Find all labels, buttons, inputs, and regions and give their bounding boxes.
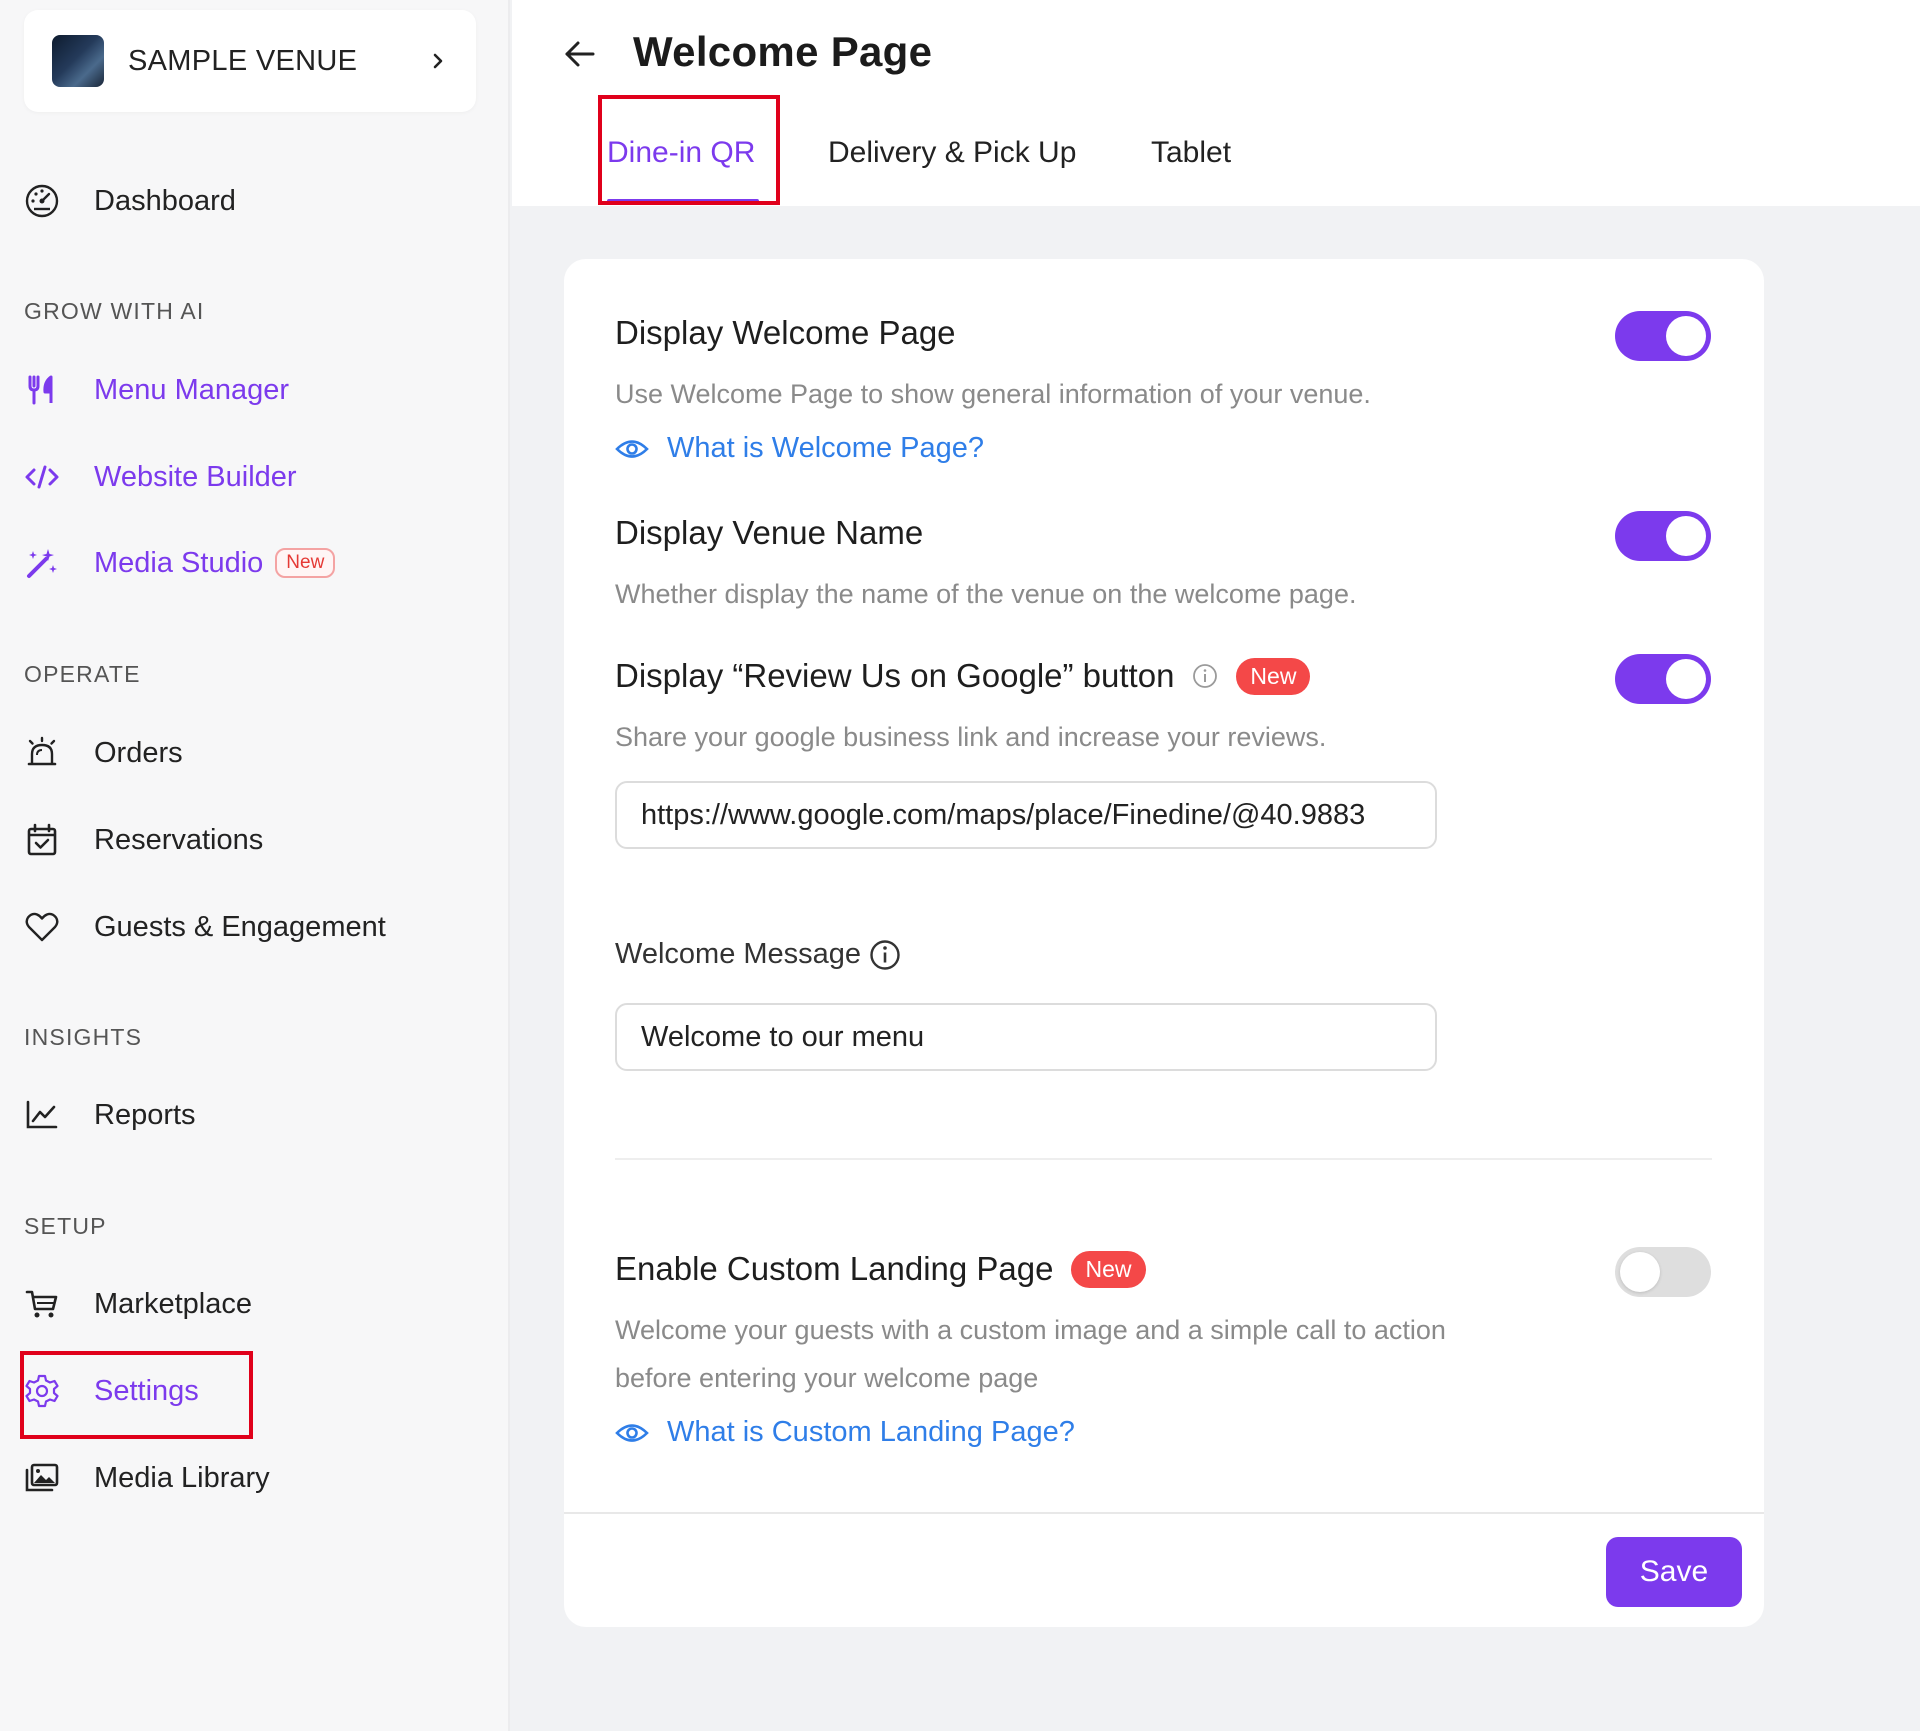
- sidebar-item-menu-manager[interactable]: Menu Manager: [24, 360, 289, 420]
- custom-landing-toggle[interactable]: [1615, 1247, 1711, 1297]
- sidebar-item-media-library[interactable]: Media Library: [24, 1448, 270, 1508]
- images-icon: [24, 1460, 60, 1496]
- sidebar-item-label: Menu Manager: [94, 373, 290, 406]
- code-icon: [24, 459, 60, 495]
- sidebar-item-label: Media Studio: [94, 546, 264, 579]
- sidebar-item-marketplace[interactable]: Marketplace: [24, 1274, 252, 1334]
- custom-landing-description-line2: before entering your welcome page: [615, 1363, 1039, 1393]
- venue-selector[interactable]: SAMPLE VENUE: [24, 10, 476, 112]
- toggle-knob: [1666, 516, 1706, 556]
- welcome-page-toggle[interactable]: [1615, 311, 1711, 361]
- card-footer-divider: [564, 1512, 1764, 1514]
- fork-knife-icon: [24, 372, 60, 408]
- custom-landing-description-line1: Welcome your guests with a custom image …: [615, 1315, 1446, 1345]
- magic-wand-icon: [24, 545, 60, 581]
- section-label-setup: SETUP: [24, 1213, 107, 1239]
- new-badge: New: [1236, 657, 1311, 695]
- what-is-welcome-page-link[interactable]: What is Welcome Page?: [615, 432, 984, 465]
- link-label: What is Custom Landing Page?: [667, 1416, 1075, 1448]
- venue-name-description: Whether display the name of the venue on…: [615, 579, 1357, 609]
- custom-landing-setting-title: Enable Custom Landing Page New: [615, 1250, 1146, 1288]
- page-title: Welcome Page: [633, 28, 933, 75]
- welcome-message-label-text: Welcome Message: [615, 938, 862, 970]
- sidebar-item-guests-engagement[interactable]: Guests & Engagement: [24, 897, 386, 957]
- welcome-message-label: Welcome Message: [615, 938, 901, 971]
- calendar-check-icon: [24, 822, 60, 858]
- eye-icon: [615, 439, 649, 458]
- save-button[interactable]: Save: [1606, 1537, 1742, 1607]
- sidebar-item-media-studio[interactable]: Media Studio New: [24, 533, 336, 593]
- toggle-knob: [1620, 1252, 1660, 1292]
- welcome-page-description: Use Welcome Page to show general informa…: [615, 379, 1371, 409]
- venue-name-toggle[interactable]: [1615, 511, 1711, 561]
- section-divider: [615, 1158, 1712, 1160]
- sidebar-item-orders[interactable]: Orders: [24, 723, 183, 783]
- sidebar-item-label: Guests & Engagement: [94, 910, 386, 943]
- sidebar-item-dashboard[interactable]: Dashboard: [24, 171, 236, 231]
- google-review-url-input[interactable]: [615, 781, 1437, 849]
- review-google-description: Share your google business link and incr…: [615, 722, 1327, 752]
- dine-in-tab-highlight-box: [598, 95, 780, 205]
- review-google-toggle[interactable]: [1615, 654, 1711, 704]
- custom-landing-title-text: Enable Custom Landing Page: [615, 1250, 1054, 1287]
- sidebar-item-label: Website Builder: [94, 460, 297, 493]
- eye-icon: [615, 1423, 649, 1442]
- review-google-setting-title: Display “Review Us on Google” button New: [615, 657, 1311, 695]
- venue-name: SAMPLE VENUE: [128, 44, 358, 77]
- section-label-insights: INSIGHTS: [24, 1024, 143, 1050]
- section-label-grow: GROW WITH AI: [24, 298, 205, 324]
- sidebar-item-reports[interactable]: Reports: [24, 1085, 196, 1145]
- new-badge: New: [275, 548, 336, 578]
- sidebar-item-label: Marketplace: [94, 1287, 252, 1320]
- tab-delivery-pick-up[interactable]: Delivery & Pick Up: [828, 136, 1076, 170]
- sidebar-item-label: Orders: [94, 736, 183, 769]
- venue-name-setting-title: Display Venue Name: [615, 514, 924, 551]
- sidebar: SAMPLE VENUE Dashboard GROW WITH AI Menu…: [0, 0, 510, 1731]
- what-is-custom-landing-page-link[interactable]: What is Custom Landing Page?: [615, 1416, 1075, 1449]
- section-label-operate: OPERATE: [24, 661, 141, 687]
- info-icon[interactable]: [1192, 663, 1218, 689]
- bell-alarm-icon: [24, 735, 60, 771]
- welcome-message-input[interactable]: [615, 1003, 1437, 1071]
- sidebar-item-label: Media Library: [94, 1461, 270, 1494]
- arrow-left-icon[interactable]: [562, 36, 598, 72]
- link-label: What is Welcome Page?: [667, 432, 984, 464]
- sidebar-item-label: Reservations: [94, 823, 264, 856]
- toggle-knob: [1666, 659, 1706, 699]
- heart-icon: [24, 909, 60, 945]
- new-badge: New: [1071, 1250, 1146, 1288]
- info-icon[interactable]: [869, 939, 901, 971]
- venue-logo: [52, 35, 104, 87]
- sidebar-item-reservations[interactable]: Reservations: [24, 810, 263, 870]
- toggle-knob: [1666, 316, 1706, 356]
- settings-highlight-box: [20, 1351, 253, 1439]
- speedometer-icon: [24, 183, 60, 219]
- line-chart-icon: [24, 1097, 60, 1133]
- tab-tablet[interactable]: Tablet: [1151, 136, 1231, 170]
- sidebar-item-website-builder[interactable]: Website Builder: [24, 447, 297, 507]
- chevron-right-icon: [433, 53, 443, 69]
- review-google-title-text: Display “Review Us on Google” button: [615, 657, 1175, 694]
- sidebar-item-label: Dashboard: [94, 184, 236, 217]
- welcome-page-setting-title: Display Welcome Page: [615, 314, 956, 351]
- cart-icon: [24, 1286, 60, 1322]
- sidebar-item-label: Reports: [94, 1098, 196, 1131]
